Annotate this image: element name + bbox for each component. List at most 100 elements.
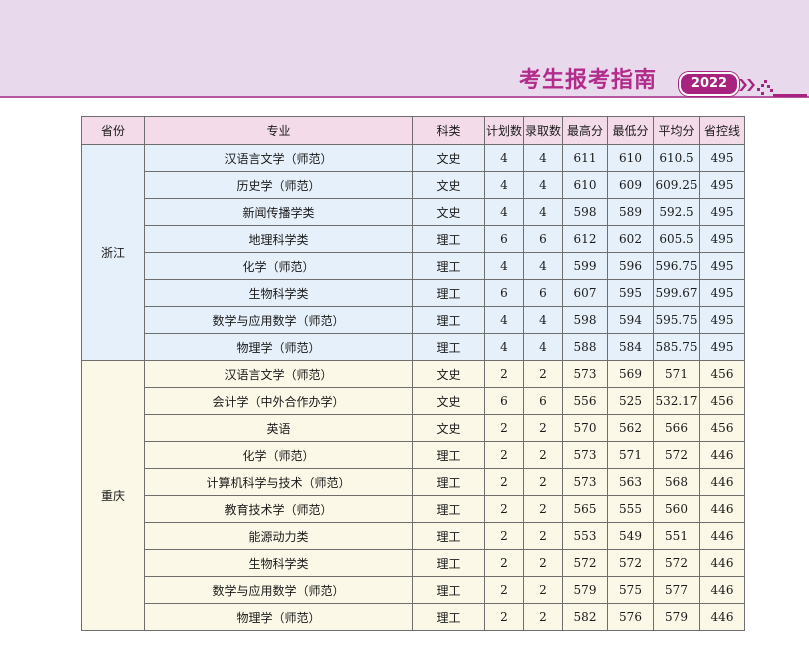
category-cell: 理工 (412, 252, 485, 280)
category-cell: 理工 (412, 225, 485, 253)
admitted-cell: 2 (523, 576, 563, 604)
avg-score-cell: 532.17 (653, 387, 700, 415)
planned-cell: 2 (484, 441, 524, 469)
planned-cell: 4 (484, 306, 524, 334)
max-score-cell: 607 (562, 279, 608, 307)
arrow-decoration-icon (739, 79, 807, 97)
planned-cell: 2 (484, 576, 524, 604)
planned-cell: 2 (484, 495, 524, 523)
min-score-cell: 575 (607, 576, 654, 604)
banner-divider (0, 96, 809, 98)
header-major: 专业 (144, 116, 413, 145)
table-row: 重庆 汉语言文学（师范） 文史 2 2 573 569 571 456 (81, 360, 745, 631)
max-score-cell: 582 (562, 603, 608, 631)
min-score-cell: 609 (607, 171, 654, 199)
admitted-cell: 4 (523, 171, 563, 199)
control-line-cell: 495 (699, 171, 745, 199)
category-cell: 理工 (412, 468, 485, 496)
category-cell: 文史 (412, 171, 485, 199)
year-badge: 2022 (679, 72, 739, 96)
control-line-cell: 446 (699, 495, 745, 523)
control-line-cell: 446 (699, 603, 745, 631)
admitted-cell: 4 (523, 198, 563, 226)
major-cell: 地理科学类 (144, 225, 413, 253)
major-cell: 能源动力类 (144, 522, 413, 550)
max-score-cell: 553 (562, 522, 608, 550)
category-cell: 理工 (412, 279, 485, 307)
control-line-cell: 495 (699, 333, 745, 361)
min-score-cell: 569 (607, 360, 654, 388)
max-score-cell: 598 (562, 198, 608, 226)
control-line-cell: 495 (699, 279, 745, 307)
min-score-cell: 584 (607, 333, 654, 361)
table-row: 会计学（中外合作办学） 文史 6 6 556 525 532.17 456 (82, 387, 745, 415)
max-score-cell: 573 (562, 360, 608, 388)
min-score-cell: 610 (607, 144, 654, 172)
control-line-cell: 495 (699, 225, 745, 253)
max-score-cell: 572 (562, 549, 608, 577)
table-row: 化学（师范） 理工 2 2 573 571 572 446 (82, 441, 745, 469)
category-cell: 理工 (412, 495, 485, 523)
control-line-cell: 456 (699, 414, 745, 442)
province-cell: 重庆 (81, 360, 145, 631)
header-control-line: 省控线 (699, 116, 745, 145)
header-max-score: 最高分 (562, 116, 608, 145)
min-score-cell: 525 (607, 387, 654, 415)
max-score-cell: 573 (562, 441, 608, 469)
major-cell: 汉语言文学（师范） (144, 360, 413, 388)
table-row: 历史学（师范） 文史 4 4 610 609 609.25 495 (82, 171, 745, 199)
major-cell: 教育技术学（师范） (144, 495, 413, 523)
major-cell: 会计学（中外合作办学） (144, 387, 413, 415)
page-title: 考生报考指南 (519, 68, 658, 93)
major-cell: 数学与应用数学（师范） (144, 576, 413, 604)
planned-cell: 2 (484, 360, 524, 388)
admitted-cell: 2 (523, 414, 563, 442)
category-cell: 理工 (412, 441, 485, 469)
control-line-cell: 446 (699, 549, 745, 577)
min-score-cell: 602 (607, 225, 654, 253)
min-score-cell: 576 (607, 603, 654, 631)
category-cell: 理工 (412, 522, 485, 550)
max-score-cell: 588 (562, 333, 608, 361)
max-score-cell: 556 (562, 387, 608, 415)
avg-score-cell: 560 (653, 495, 700, 523)
max-score-cell: 579 (562, 576, 608, 604)
max-score-cell: 599 (562, 252, 608, 280)
avg-score-cell: 609.25 (653, 171, 700, 199)
min-score-cell: 589 (607, 198, 654, 226)
avg-score-cell: 572 (653, 441, 700, 469)
header-planned: 计划数 (484, 116, 524, 145)
min-score-cell: 549 (607, 522, 654, 550)
admitted-cell: 6 (523, 225, 563, 253)
planned-cell: 4 (484, 198, 524, 226)
table-row: 生物科学类 理工 2 2 572 572 572 446 (82, 549, 745, 577)
planned-cell: 6 (484, 279, 524, 307)
category-cell: 文史 (412, 387, 485, 415)
admitted-cell: 2 (523, 549, 563, 577)
control-line-cell: 495 (699, 252, 745, 280)
admission-scores-table: 省份 专业 科类 计划数 录取数 最高分 最低分 平均分 省控线 浙江 汉语言文学… (81, 116, 745, 631)
admitted-cell: 4 (523, 144, 563, 172)
avg-score-cell: 610.5 (653, 144, 700, 172)
admitted-cell: 2 (523, 468, 563, 496)
table-row: 数学与应用数学（师范） 理工 2 2 579 575 577 446 (82, 576, 745, 604)
table-row: 计算机科学与技术（师范） 理工 2 2 573 563 568 446 (82, 468, 745, 496)
major-cell: 生物科学类 (144, 549, 413, 577)
table-row: 数学与应用数学（师范） 理工 4 4 598 594 595.75 495 (82, 306, 745, 334)
admitted-cell: 6 (523, 387, 563, 415)
min-score-cell: 571 (607, 441, 654, 469)
admitted-cell: 6 (523, 279, 563, 307)
planned-cell: 2 (484, 549, 524, 577)
planned-cell: 4 (484, 144, 524, 172)
table-row: 能源动力类 理工 2 2 553 549 551 446 (82, 522, 745, 550)
max-score-cell: 573 (562, 468, 608, 496)
avg-score-cell: 568 (653, 468, 700, 496)
table-row: 教育技术学（师范） 理工 2 2 565 555 560 446 (82, 495, 745, 523)
header-min-score: 最低分 (607, 116, 654, 145)
avg-score-cell: 599.67 (653, 279, 700, 307)
major-cell: 物理学（师范） (144, 333, 413, 361)
avg-score-cell: 585.75 (653, 333, 700, 361)
avg-score-cell: 596.75 (653, 252, 700, 280)
category-cell: 文史 (412, 144, 485, 172)
avg-score-cell: 595.75 (653, 306, 700, 334)
